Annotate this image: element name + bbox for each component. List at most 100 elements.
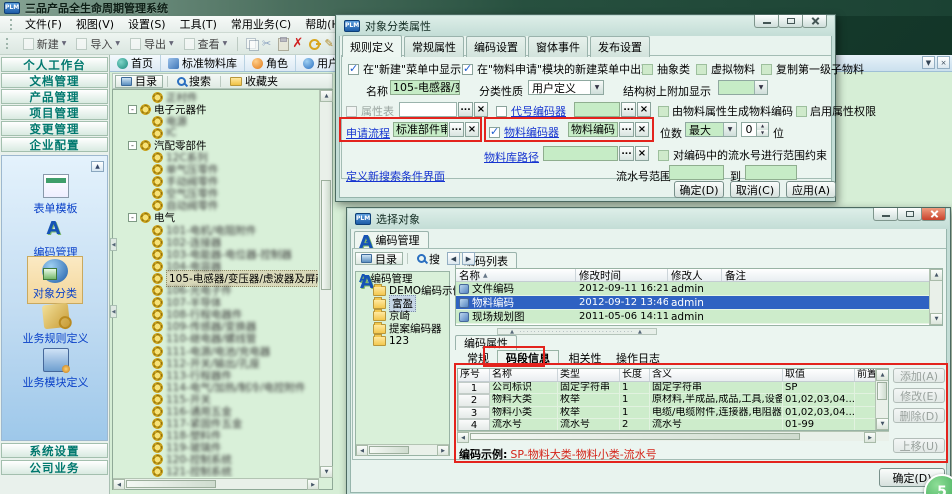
- scrollbar-thumb[interactable]: [470, 433, 800, 440]
- material-path-input[interactable]: [543, 146, 618, 161]
- checkbox-material-coder[interactable]: [489, 127, 500, 138]
- material-path-browse-button[interactable]: ...: [619, 146, 634, 161]
- checkbox-copy-first-level[interactable]: [761, 64, 772, 75]
- pane-scroll-right-icon[interactable]: ▶: [462, 252, 475, 265]
- panel-collapse-icon[interactable]: ▲: [91, 161, 104, 172]
- scroll-down-icon[interactable]: ▼: [876, 418, 889, 430]
- attr-table-clear-button[interactable]: ×: [474, 102, 488, 117]
- code-generator-link[interactable]: 代号编码器: [511, 103, 566, 119]
- table-vertical-scrollbar[interactable]: ▲ ▼: [875, 369, 888, 430]
- tab-首页[interactable]: 首页: [110, 55, 161, 71]
- tree-node[interactable]: -电子元器件: [114, 103, 318, 115]
- checkbox-abstract-class[interactable]: [642, 64, 653, 75]
- scrollbar-thumb[interactable]: [877, 382, 887, 400]
- table-row[interactable]: 4流水号流水号2流水号01-99: [458, 419, 888, 431]
- list-vertical-scrollbar[interactable]: ▲ ▼: [929, 269, 942, 325]
- sidebar-button-文档管理[interactable]: 文档管理: [1, 73, 108, 88]
- coding-tree-folder[interactable]: 提案编码器: [356, 322, 449, 335]
- subtab-操作日志[interactable]: 操作日志: [609, 350, 667, 365]
- checkbox-attr-permission[interactable]: [796, 106, 807, 117]
- segment-button-添加(A)[interactable]: 添加(A): [893, 368, 945, 383]
- tree-node[interactable]: -汽配零部件: [114, 139, 318, 151]
- chevron-down-icon[interactable]: ▼: [723, 123, 736, 136]
- checkbox-virtual-material[interactable]: [696, 64, 707, 75]
- tree-node[interactable]: IC: [114, 127, 318, 139]
- material-coder-link[interactable]: 物料编码器: [504, 124, 559, 140]
- key-icon[interactable]: [307, 36, 321, 51]
- tree-node[interactable]: 正村件: [114, 91, 318, 103]
- attr-table-input[interactable]: [399, 102, 457, 117]
- classification-nature-select[interactable]: 用户定义▼: [528, 80, 604, 95]
- dialog1-button-确定(D)[interactable]: 确定(D): [674, 181, 724, 198]
- menu-item[interactable]: 视图(V): [69, 15, 121, 33]
- spin-down-icon[interactable]: ▼: [757, 130, 768, 137]
- dialog1-button-应用(A)[interactable]: 应用(A): [786, 181, 836, 198]
- column-header-取值[interactable]: 取值: [783, 369, 855, 381]
- dialog1-tab-编码设置[interactable]: 编码设置: [466, 36, 526, 57]
- list-row[interactable]: 物料编码2012-09-12 13:46:49admin: [456, 296, 942, 310]
- tab-close-button[interactable]: ×: [937, 56, 950, 69]
- column-header-修改时间[interactable]: 修改时间: [576, 269, 668, 281]
- tree-node[interactable]: 自动阀零件: [114, 200, 318, 212]
- splitter-handle[interactable]: ▲ ································ ▲: [497, 328, 657, 335]
- sidebar-button-企业配置[interactable]: 企业配置: [1, 137, 108, 152]
- code-generator-clear-button[interactable]: ×: [637, 102, 651, 117]
- paste-icon[interactable]: [275, 36, 289, 51]
- sidebar-button-产品管理[interactable]: 产品管理: [1, 89, 108, 104]
- explorer-directory-button[interactable]: 目录: [115, 75, 163, 88]
- coding-tree-horizontal-scrollbar[interactable]: ◀ ▶: [356, 444, 449, 455]
- menu-item[interactable]: 工具(T): [173, 15, 224, 33]
- dialog1-button-取消(C)[interactable]: 取消(C): [730, 181, 780, 198]
- tree-node[interactable]: 121-控制系统: [114, 466, 318, 477]
- attr-table-browse-button[interactable]: ...: [458, 102, 473, 117]
- tree-node[interactable]: 114-电气/加热/制冷/电控附件: [114, 381, 318, 393]
- explorer-favorites-button[interactable]: 收藏夹: [225, 75, 283, 88]
- sidebar-button-变更管理[interactable]: 变更管理: [1, 121, 108, 136]
- code-generator-browse-button[interactable]: ...: [621, 102, 636, 117]
- column-header-序号[interactable]: 序号: [458, 369, 490, 381]
- define-search-link[interactable]: 定义新搜索条件界面: [346, 168, 445, 184]
- coding-tree-folder[interactable]: 123: [356, 335, 449, 348]
- splitter-collapse-left-icon[interactable]: ◀: [110, 305, 117, 318]
- table-row[interactable]: 3物料小类枚举1电缆/电缆附件,连接器,电阻器/..01,02,03,04...: [458, 407, 888, 419]
- material-path-link[interactable]: 物料库路径: [484, 149, 539, 165]
- cut-icon[interactable]: ✂: [260, 36, 274, 51]
- dialog1-tab-规则定义[interactable]: 规则定义: [342, 35, 402, 57]
- material-path-clear-button[interactable]: ×: [635, 146, 649, 161]
- checkbox-code-generator[interactable]: [496, 106, 507, 117]
- menu-item[interactable]: 常用业务(C): [224, 15, 298, 33]
- sidebar-item-编码管理[interactable]: 编码管理: [2, 218, 108, 260]
- table-horizontal-scrollbar[interactable]: ◀ ▶: [457, 431, 889, 441]
- segment-button-上移(U)[interactable]: 上移(U): [893, 438, 945, 453]
- scroll-down-icon[interactable]: ▼: [930, 313, 943, 325]
- tab-标准物料库[interactable]: 标准物料库: [161, 55, 245, 71]
- sidebar-item-对象分类[interactable]: 对象分类: [27, 256, 83, 304]
- column-header-备注[interactable]: 备注: [722, 269, 931, 281]
- close-button[interactable]: [921, 208, 946, 221]
- tab-coding-properties[interactable]: 编码属性: [455, 335, 517, 350]
- menu-item[interactable]: 设置(S): [121, 15, 173, 33]
- apply-flow-input[interactable]: 标准部件审核流: [393, 122, 448, 137]
- list-row[interactable]: 现场规划图2011-05-06 14:11:27admin: [456, 310, 942, 324]
- segment-button-删除(D)[interactable]: 删除(D): [893, 408, 945, 423]
- column-header-含义[interactable]: 含义: [650, 369, 783, 381]
- column-header-名称[interactable]: 名称: [490, 369, 558, 381]
- material-coder-clear-button[interactable]: ×: [635, 122, 649, 137]
- apply-flow-clear-button[interactable]: ×: [465, 122, 479, 137]
- scrollbar-thumb[interactable]: [321, 180, 331, 290]
- code-generator-input[interactable]: [574, 102, 620, 117]
- maximize-button[interactable]: [778, 15, 803, 28]
- delete-icon[interactable]: ✗: [291, 36, 305, 51]
- digits-spinner[interactable]: 0 ▲▼: [741, 122, 769, 137]
- column-header-名称[interactable]: 名称▲: [456, 269, 576, 281]
- serial-range-from-input[interactable]: [669, 165, 724, 180]
- scroll-left-icon[interactable]: ◀: [356, 445, 368, 456]
- subtab-相关性[interactable]: 相关性: [561, 350, 609, 365]
- tree-vertical-scrollbar[interactable]: ▲ ▼: [319, 90, 332, 478]
- chevron-down-icon[interactable]: ▼: [754, 81, 767, 94]
- scroll-up-icon[interactable]: ▲: [876, 369, 889, 381]
- apply-flow-browse-button[interactable]: ...: [449, 122, 464, 137]
- edit-icon[interactable]: ✎: [322, 36, 336, 51]
- tree-node[interactable]: 电源: [114, 115, 318, 127]
- tab-overflow-button[interactable]: ▼: [922, 56, 935, 69]
